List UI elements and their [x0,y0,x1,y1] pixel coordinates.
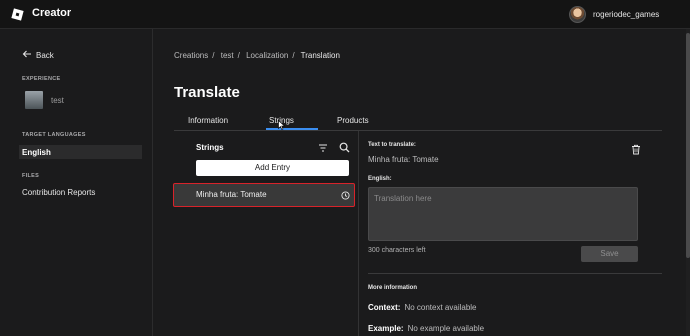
section-divider [368,273,662,274]
text-to-translate: Minha fruta: Tomate [368,155,439,164]
example-row: Example: No example available [368,324,484,333]
avatar[interactable] [569,6,586,23]
list-item[interactable]: Minha fruta: Tomate [173,183,355,207]
context-row: Context: No context available [368,303,477,312]
context-value: No context available [404,303,477,312]
active-tab-indicator [266,128,318,130]
files-heading: FILES [22,173,40,179]
breadcrumb-creations[interactable]: Creations [174,51,208,60]
clock-icon [341,191,350,200]
example-value: No example available [407,324,485,333]
trash-icon[interactable] [631,144,641,155]
app-name[interactable]: Creator [32,7,71,19]
sidebar-item-english[interactable]: English [19,145,142,159]
english-label: English: [368,176,392,182]
experience-heading: EXPERIENCE [22,76,61,82]
top-bar: Creator rogeriodec_games [0,0,690,29]
mouse-cursor-icon [278,120,285,130]
breadcrumb-translation: Translation [300,51,340,60]
chars-left: 300 characters left [368,247,426,254]
breadcrumb-localization[interactable]: Localization [246,51,288,60]
string-entry-label: Minha fruta: Tomate [196,190,267,199]
tab-bar: Information Strings Products [174,112,662,131]
back-link[interactable]: Back [36,51,54,60]
strings-title: Strings [196,143,224,152]
context-label: Context: [368,303,401,312]
tab-products[interactable]: Products [337,116,369,125]
scrollbar[interactable] [686,29,690,336]
breadcrumb: Creations / test / Localization / Translati… [174,51,340,60]
example-label: Example: [368,324,404,333]
sidebar-item-label: English [22,148,51,157]
experience-thumbnail[interactable] [25,91,43,109]
sidebar-item-contribution-reports[interactable]: Contribution Reports [22,188,95,197]
more-information-label: More information [368,285,417,291]
experience-name[interactable]: test [51,96,64,105]
save-button[interactable]: Save [581,246,638,262]
add-entry-button[interactable]: Add Entry [196,160,349,176]
filter-icon[interactable] [318,143,328,153]
tab-information[interactable]: Information [188,116,228,125]
sidebar: Back EXPERIENCE test TARGET LANGUAGES En… [0,29,153,336]
username[interactable]: rogeriodec_games [593,10,659,19]
text-to-translate-label: Text to translate: [368,142,416,148]
translation-input[interactable]: Translation here [368,187,638,241]
back-arrow-icon[interactable] [22,49,32,59]
target-languages-heading: TARGET LANGUAGES [22,132,86,138]
scroll-thumb[interactable] [686,33,690,258]
breadcrumb-test[interactable]: test [221,51,234,60]
roblox-logo-icon[interactable] [11,8,24,21]
panel-divider [358,131,359,336]
search-icon[interactable] [339,142,350,153]
page-title: Translate [174,84,240,101]
